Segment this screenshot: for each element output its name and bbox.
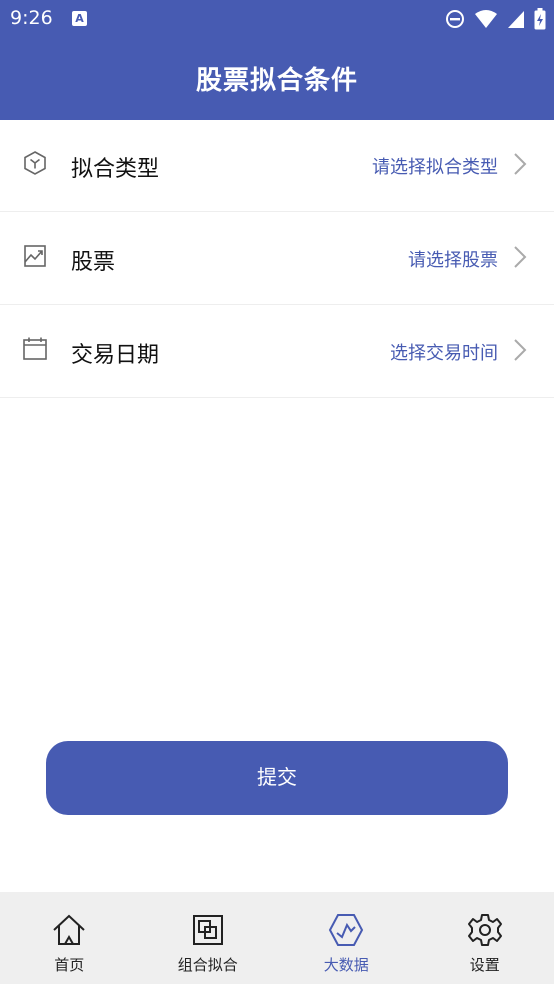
do-not-disturb-icon	[446, 10, 464, 28]
tab-combo-fit[interactable]: 组合拟合	[139, 892, 278, 984]
stock-row[interactable]: 股票 请选择股票	[0, 213, 554, 305]
combo-icon	[192, 915, 223, 945]
app-header: 9:26 A 股票拟合条件	[0, 0, 554, 120]
stock-label: 股票	[71, 250, 116, 275]
submit-button[interactable]: 提交	[46, 741, 508, 815]
stock-chart-icon	[24, 245, 46, 267]
calendar-icon	[23, 337, 47, 360]
big-data-icon	[329, 914, 364, 946]
gear-icon	[467, 914, 502, 946]
bottom-tab-bar: 首页 组合拟合 大数据 设置	[0, 892, 554, 984]
tab-settings-label: 设置	[469, 956, 500, 974]
tab-settings[interactable]: 设置	[416, 892, 554, 984]
fit-type-label: 拟合类型	[71, 157, 160, 182]
trade-date-label: 交易日期	[71, 343, 160, 368]
page-title: 股票拟合条件	[195, 66, 358, 96]
stock-value[interactable]: 请选择股票	[408, 246, 498, 272]
chevron-right-icon	[514, 246, 527, 268]
tab-big-data[interactable]: 大数据	[277, 892, 416, 984]
fit-type-row[interactable]: 拟合类型 请选择拟合类型	[0, 120, 554, 212]
home-icon	[53, 914, 85, 945]
status-bar: 9:26 A	[0, 0, 554, 38]
cube-icon	[24, 151, 46, 175]
status-time: 9:26	[10, 7, 53, 29]
chevron-right-icon	[514, 339, 527, 361]
status-icons	[445, 8, 546, 30]
a-notification-icon: A	[72, 11, 87, 26]
chevron-right-icon	[514, 153, 527, 175]
battery-icon	[534, 8, 546, 30]
tab-home[interactable]: 首页	[0, 892, 139, 984]
signal-icon	[508, 11, 524, 28]
tab-big-data-label: 大数据	[323, 956, 369, 974]
tab-home-label: 首页	[54, 956, 85, 974]
trade-date-row[interactable]: 交易日期 选择交易时间	[0, 306, 554, 398]
trade-date-value[interactable]: 选择交易时间	[390, 339, 498, 365]
fit-type-value[interactable]: 请选择拟合类型	[372, 153, 498, 179]
tab-combo-fit-label: 组合拟合	[177, 956, 238, 974]
wifi-icon	[475, 10, 497, 28]
